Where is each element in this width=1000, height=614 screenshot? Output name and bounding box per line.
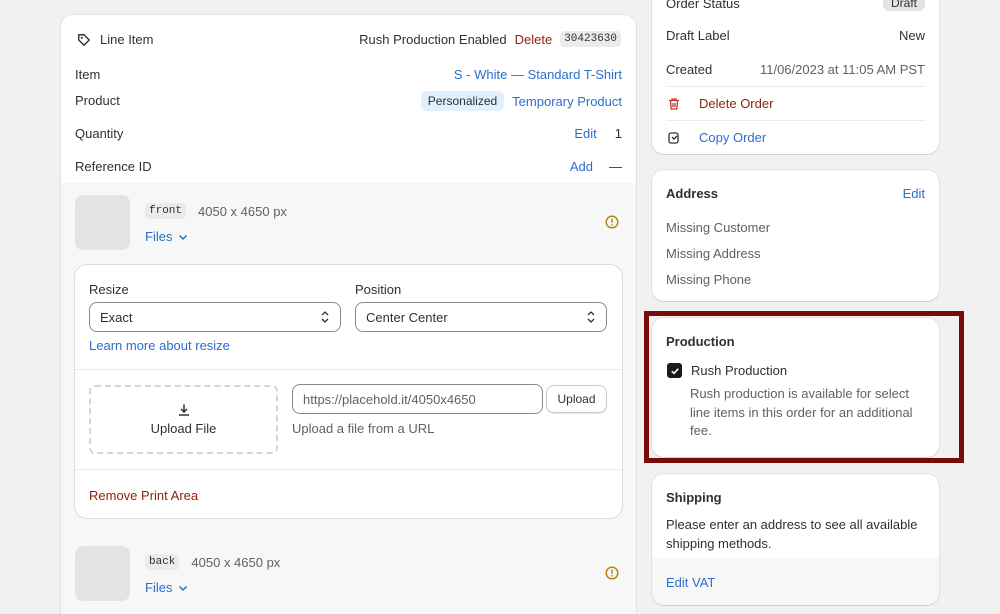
- resize-select[interactable]: Exact: [89, 302, 341, 332]
- learn-more-resize-link[interactable]: Learn more about resize: [89, 338, 230, 353]
- reference-label: Reference ID: [75, 159, 152, 174]
- copy-icon: [667, 131, 681, 145]
- select-arrows-icon: [586, 310, 596, 324]
- quantity-label: Quantity: [75, 126, 124, 141]
- trash-icon: [667, 97, 681, 111]
- order-status-label: Order Status: [666, 0, 740, 11]
- position-value: Center Center: [366, 309, 448, 325]
- back-files-label: Files: [145, 580, 173, 595]
- draft-label-label: Draft Label: [666, 28, 730, 43]
- missing-address: Missing Address: [666, 246, 761, 261]
- front-files-toggle[interactable]: Files: [145, 229, 188, 244]
- delete-order-label: Delete Order: [699, 96, 774, 111]
- remove-print-area-link[interactable]: Remove Print Area: [89, 488, 198, 503]
- divider: [666, 120, 925, 121]
- upload-button-label: Upload: [557, 392, 596, 406]
- line-item-title: Line Item: [100, 32, 154, 47]
- url-input-value: https://placehold.it/4050x4650: [303, 391, 476, 407]
- rush-production-description: Rush production is available for select …: [690, 386, 913, 438]
- line-item-id: 30423630: [560, 31, 621, 47]
- shipping-card: Shipping Please enter an address to see …: [652, 474, 939, 605]
- back-print-area-header: back 4050 x 4650 px: [145, 554, 280, 570]
- copy-order-button[interactable]: Copy Order: [667, 130, 766, 145]
- missing-customer: Missing Customer: [666, 220, 771, 235]
- delete-order-button[interactable]: Delete Order: [667, 96, 773, 111]
- select-arrows-icon: [320, 310, 330, 324]
- divider: [666, 86, 925, 87]
- divider: [75, 369, 622, 370]
- created-label: Created: [666, 62, 713, 77]
- back-files-toggle[interactable]: Files: [145, 580, 188, 595]
- resize-label: Resize: [89, 282, 129, 297]
- order-status-badge: Draft: [882, 0, 925, 11]
- created-value: 11/06/2023 at 11:05 AM PST: [759, 62, 925, 77]
- front-tag: front: [145, 203, 187, 219]
- chevron-down-icon: [178, 232, 188, 242]
- upload-button[interactable]: Upload: [546, 385, 607, 413]
- product-link[interactable]: Temporary Product: [512, 94, 622, 109]
- divider: [75, 469, 622, 470]
- production-card: Production Rush Production Rush producti…: [652, 318, 939, 457]
- front-print-area-header: front 4050 x 4650 px: [145, 203, 287, 219]
- rush-production-checkbox[interactable]: Rush Production: [667, 363, 787, 378]
- upload-file-dropzone[interactable]: Upload File: [89, 385, 278, 454]
- back-tag: back: [145, 554, 180, 570]
- front-warning-icon: [605, 215, 619, 229]
- position-label: Position: [355, 282, 402, 297]
- chevron-down-icon: [178, 583, 188, 593]
- back-thumbnail: [75, 546, 130, 601]
- back-warning-icon: [605, 566, 619, 580]
- edit-vat-link[interactable]: Edit VAT: [666, 575, 715, 590]
- back-size: 4050 x 4650 px: [191, 554, 281, 570]
- tag-icon: [77, 33, 91, 47]
- line-item-header-actions: Rush Production Enabled Delete 30423630: [359, 31, 621, 47]
- quantity-values: Edit 1: [574, 126, 622, 141]
- resize-value: Exact: [100, 309, 133, 325]
- personalized-badge: Personalized: [420, 91, 505, 111]
- rush-production-label: Rush Production: [691, 363, 788, 378]
- url-input[interactable]: https://placehold.it/4050x4650: [292, 384, 543, 414]
- front-size: 4050 x 4650 px: [198, 203, 287, 219]
- quantity-value: 1: [614, 126, 622, 141]
- reference-add-link[interactable]: Add: [570, 159, 593, 174]
- product-values: Personalized Temporary Product: [420, 91, 622, 111]
- front-files-label: Files: [145, 229, 173, 244]
- shipping-title: Shipping: [666, 490, 722, 505]
- item-label: Item: [75, 67, 101, 82]
- front-thumbnail: [75, 195, 130, 250]
- draft-label-value: New: [898, 28, 925, 43]
- print-settings-card: Resize Exact Position Center Center Lear…: [75, 265, 622, 518]
- rush-enabled-label: Rush Production Enabled: [359, 31, 507, 47]
- position-select[interactable]: Center Center: [355, 302, 607, 332]
- shipping-message: Please enter an address to see all avail…: [666, 517, 918, 551]
- quantity-edit-link[interactable]: Edit: [574, 126, 596, 141]
- address-title: Address: [666, 186, 719, 201]
- download-icon: [177, 403, 191, 417]
- checkbox-checked-icon: [667, 363, 682, 378]
- reference-value: —: [609, 159, 622, 174]
- upload-file-label: Upload File: [150, 421, 217, 436]
- item-link[interactable]: S - White — Standard T-Shirt: [454, 67, 622, 82]
- production-title: Production: [666, 334, 735, 349]
- delete-line-item-link[interactable]: Delete: [515, 32, 553, 47]
- upload-hint: Upload a file from a URL: [292, 421, 435, 436]
- product-label: Product: [75, 93, 120, 108]
- line-item-card: Line Item Rush Production Enabled Delete…: [61, 15, 636, 614]
- address-card: Address Edit Missing Customer Missing Ad…: [652, 170, 939, 301]
- missing-phone: Missing Phone: [666, 272, 752, 287]
- address-edit-link[interactable]: Edit: [903, 186, 925, 201]
- reference-values: Add —: [570, 159, 622, 174]
- order-info-card: Order Status Draft Draft Label New Creat…: [652, 0, 939, 154]
- line-item-header: Line Item: [77, 32, 153, 47]
- copy-order-label: Copy Order: [699, 130, 767, 145]
